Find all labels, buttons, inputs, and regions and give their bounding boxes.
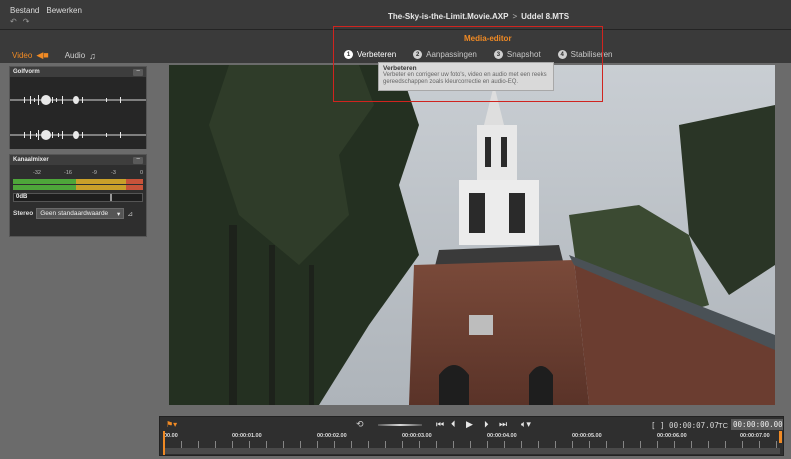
step-label: Snapshot xyxy=(506,50,541,59)
scale-label: -16 xyxy=(64,170,72,176)
tooltip: Verbeteren Verbeter en corrigeer uw foto… xyxy=(378,62,554,91)
ruler-label: 00:00:07.00 xyxy=(740,433,770,439)
ruler-label: 00:00:03.00 xyxy=(402,433,432,439)
step-snapshot[interactable]: 3 Snapshot xyxy=(493,50,541,59)
undo-icon[interactable]: ↶ xyxy=(10,17,17,26)
level-meter-right xyxy=(13,185,143,190)
go-to-start-icon[interactable]: ⏮ xyxy=(436,419,444,430)
step-forward-icon[interactable]: ⏵ xyxy=(484,419,489,430)
ruler-label: 00:00:05.00 xyxy=(572,433,602,439)
scrub-track[interactable] xyxy=(164,448,780,454)
menu-edit[interactable]: Bewerken xyxy=(46,6,82,15)
undo-redo: ↶ ↷ xyxy=(10,17,29,26)
tooltip-body: Verbeter en corrigeer uw foto's, video e… xyxy=(383,72,547,85)
scale-label: -3 xyxy=(111,170,116,176)
play-icon[interactable]: ▶ xyxy=(466,419,473,430)
step-back-icon[interactable]: ⏴ xyxy=(451,419,456,430)
out-point-marker[interactable] xyxy=(779,431,782,443)
project-name: The-Sky-is-the-Limit.Movie.AXP xyxy=(388,12,509,21)
timecode-label: TC xyxy=(718,421,728,430)
ruler-ticks xyxy=(164,441,780,448)
step-number: 4 xyxy=(557,50,567,59)
step-number: 2 xyxy=(413,50,423,59)
document-title: The-Sky-is-the-Limit.Movie.AXP > Uddel 8… xyxy=(388,12,569,21)
timeline-transport: ⚑▾ ⟲ ⏮ ⏴ ▶ ⏵ ⏭ 🔈︎▾ [ ] 00:00:07.07 TC 00… xyxy=(159,416,784,456)
panel-title: Golfvorm xyxy=(13,69,40,75)
video-preview[interactable] xyxy=(169,65,775,405)
meter-scale: -32 -16 -9 -3 0 xyxy=(13,168,143,179)
loop-icon[interactable]: ⟲ xyxy=(356,419,364,430)
tab-audio-label: Audio xyxy=(64,51,86,60)
tab-video[interactable]: Video ◀■ xyxy=(12,50,49,61)
ruler-label: 00:00:02.00 xyxy=(317,433,347,439)
panel-title: Kanaalmixer xyxy=(13,157,49,163)
playhead[interactable] xyxy=(163,431,165,455)
waveform-graph xyxy=(10,95,146,140)
volume-knob[interactable] xyxy=(110,194,112,201)
step-label: Verbeteren xyxy=(357,50,397,59)
ruler-label: 00:00:06.00 xyxy=(657,433,687,439)
step-label: Stabiliseren xyxy=(570,50,613,59)
marker-icon[interactable]: ⚑▾ xyxy=(166,420,177,429)
video-frame xyxy=(169,65,775,405)
step-label: Aanpassingen xyxy=(426,50,477,59)
speaker-settings-icon[interactable]: ⊿ xyxy=(127,210,133,218)
step-number: 3 xyxy=(493,50,503,59)
title-bar: Bestand Bewerken ↶ ↷ The-Sky-is-the-Limi… xyxy=(0,0,791,30)
menu-file[interactable]: Bestand xyxy=(10,6,39,15)
music-note-icon: ♫ xyxy=(89,50,96,61)
panel-header: Golfvorm − xyxy=(10,67,146,77)
volume-icon[interactable]: 🔈︎▾ xyxy=(521,419,531,430)
video-camera-icon: ◀■ xyxy=(36,50,49,60)
waveform-display xyxy=(10,77,146,149)
ruler-label: 00:00:01.00 xyxy=(232,433,262,439)
editor-steps: 1 Verbeteren 2 Aanpassingen 3 Snapshot 4… xyxy=(344,50,612,59)
media-tabs: Video ◀■ Audio ♫ xyxy=(12,50,96,61)
tooltip-title: Verbeteren xyxy=(383,65,417,72)
dropdown-arrow-icon: ▾ xyxy=(116,210,121,218)
volume-slider[interactable]: 0dB xyxy=(13,193,143,202)
tab-audio[interactable]: Audio ♫ xyxy=(65,51,96,61)
step-number: 1 xyxy=(344,50,353,59)
tab-video-label: Video xyxy=(12,51,33,60)
go-to-end-icon[interactable]: ⏭ xyxy=(499,419,507,430)
scale-label: -32 xyxy=(33,170,41,176)
stereo-preset-value: Geen standaardwaarde xyxy=(40,210,109,217)
redo-icon[interactable]: ↷ xyxy=(23,17,30,26)
scale-label: -9 xyxy=(92,170,97,176)
step-verbeteren[interactable]: 1 Verbeteren xyxy=(344,50,396,59)
step-stabiliseren[interactable]: 4 Stabiliseren xyxy=(557,50,613,59)
stereo-row: Stereo Geen standaardwaarde ▾ ⊿ xyxy=(13,208,143,219)
ruler-label: 00.00 xyxy=(164,433,178,439)
level-meter-left xyxy=(13,179,143,184)
panel-header: Kanaalmixer − xyxy=(10,155,146,165)
in-out-timecode: [ ] 00:00:07.07 xyxy=(651,421,719,430)
collapse-button[interactable]: − xyxy=(133,68,143,76)
media-editor-title: Media-editor xyxy=(464,34,512,43)
jog-shuttle[interactable] xyxy=(378,424,422,426)
menu-bar: Bestand Bewerken xyxy=(10,6,82,15)
channel-mixer-panel: Kanaalmixer − -32 -16 -9 -3 0 0dB Stereo… xyxy=(9,154,147,237)
volume-value: 0dB xyxy=(16,194,28,200)
ruler-label: 00:00:04.00 xyxy=(487,433,517,439)
collapse-button[interactable]: − xyxy=(133,156,143,164)
path-separator: > xyxy=(512,12,518,21)
stereo-preset-select[interactable]: Geen standaardwaarde ▾ xyxy=(36,208,125,219)
timecode-field[interactable]: 00:00:00.00 xyxy=(731,419,783,430)
transport-controls: ⚑▾ ⟲ ⏮ ⏴ ▶ ⏵ ⏭ 🔈︎▾ [ ] 00:00:07.07 TC 00… xyxy=(160,419,783,432)
waveform-panel: Golfvorm − xyxy=(9,66,147,149)
step-aanpassingen[interactable]: 2 Aanpassingen xyxy=(413,50,477,59)
stereo-label: Stereo xyxy=(13,210,34,217)
clip-name: Uddel 8.MTS xyxy=(521,12,570,21)
scale-label: 0 xyxy=(140,170,144,176)
